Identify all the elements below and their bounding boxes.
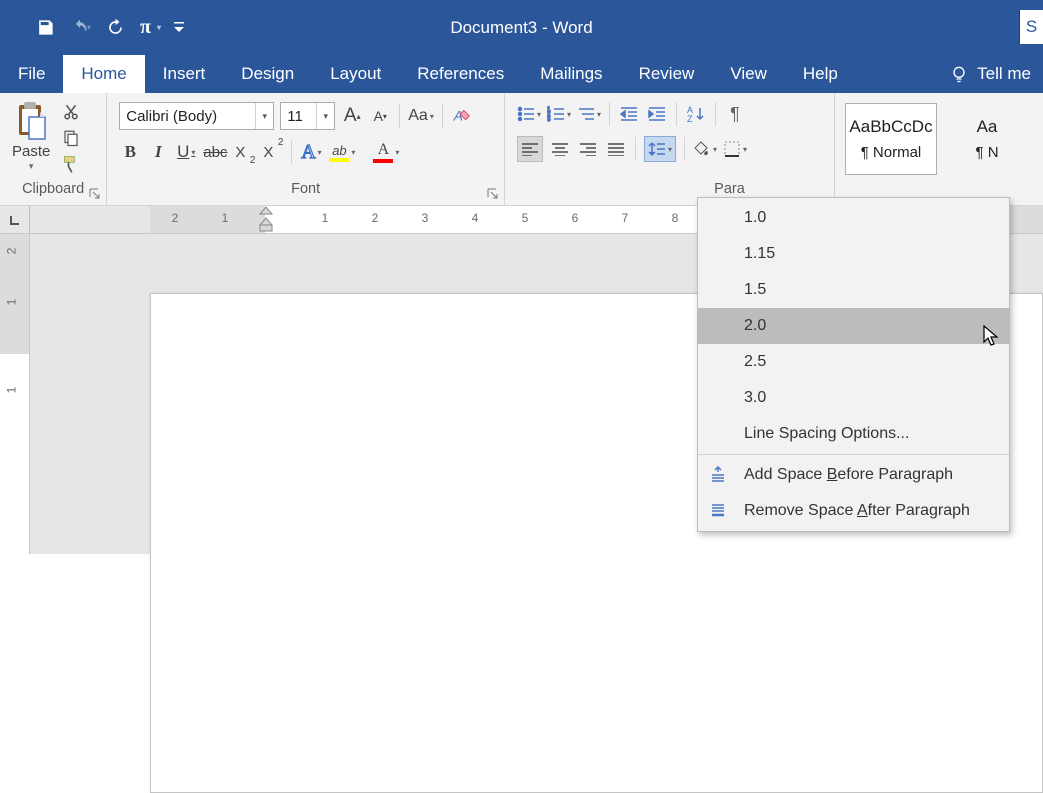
add-space-before-icon <box>698 466 738 484</box>
font-size-value: 11 <box>281 108 316 125</box>
group-font: Calibri (Body) ▾ 11 ▾ A▴ A▾ Aa▾ A <box>107 93 505 205</box>
vertical-ruler[interactable]: 211 <box>0 234 30 554</box>
remove-space-after-icon <box>698 502 738 520</box>
bold-button[interactable]: B <box>119 140 141 164</box>
qat-customize-icon[interactable] <box>168 10 190 46</box>
style-next[interactable]: Aa ¶ N <box>941 103 1033 175</box>
chevron-down-icon: ▾ <box>255 103 273 129</box>
menu-item-line-spacing-options[interactable]: Line Spacing Options... <box>698 416 1009 452</box>
menu-separator <box>698 454 1009 455</box>
style-label: ¶ N <box>975 144 998 161</box>
style-label: ¶ Normal <box>861 144 922 161</box>
tab-references[interactable]: References <box>399 55 522 93</box>
strikethrough-button[interactable]: abc <box>203 140 227 164</box>
cut-icon[interactable] <box>60 101 82 123</box>
cursor-icon <box>983 325 1001 349</box>
equation-icon[interactable]: π▾ <box>133 10 168 46</box>
tab-layout[interactable]: Layout <box>312 55 399 93</box>
underline-button[interactable]: U▾ <box>175 140 197 164</box>
svg-text:A: A <box>453 109 463 124</box>
paste-label: Paste <box>12 143 50 160</box>
align-left-icon[interactable] <box>517 136 543 162</box>
tab-design[interactable]: Design <box>223 55 312 93</box>
show-paragraph-marks-icon[interactable]: ¶ <box>724 102 746 126</box>
superscript-button[interactable]: X <box>261 140 283 164</box>
font-color-button[interactable]: A▾ <box>372 140 394 164</box>
dialog-launcher-icon[interactable] <box>486 187 500 201</box>
justify-icon[interactable] <box>605 137 627 161</box>
title-bar: ▾ π▾ Document3 - Word S <box>0 0 1043 55</box>
tab-home[interactable]: Home <box>63 55 144 93</box>
dialog-launcher-icon[interactable] <box>88 187 102 201</box>
svg-text:3: 3 <box>547 117 551 122</box>
menu-item-2-0[interactable]: 2.0 <box>698 308 1009 344</box>
quick-access-toolbar: ▾ π▾ <box>0 10 190 46</box>
line-spacing-button[interactable]: ▾ <box>644 136 676 162</box>
style-normal[interactable]: AaBbCcDc ¶ Normal <box>845 103 937 175</box>
menu-item-1-0[interactable]: 1.0 <box>698 200 1009 236</box>
font-name-combo[interactable]: Calibri (Body) ▾ <box>119 102 274 130</box>
save-icon[interactable] <box>28 10 63 46</box>
menu-item-1-5[interactable]: 1.5 <box>698 272 1009 308</box>
chevron-down-icon: ▾ <box>29 161 34 172</box>
italic-button[interactable]: I <box>147 140 169 164</box>
tab-selector[interactable] <box>0 206 30 233</box>
numbering-button[interactable]: 123▾ <box>547 102 571 126</box>
line-spacing-menu: 1.0 1.15 1.5 2.0 2.5 3.0 Line Spacing Op… <box>697 197 1010 532</box>
tab-view[interactable]: View <box>712 55 785 93</box>
highlight-button[interactable]: ab▾ <box>328 140 350 164</box>
tab-mailings[interactable]: Mailings <box>522 55 620 93</box>
ribbon-tabs: File Home Insert Design Layout Reference… <box>0 55 1043 93</box>
text-effects-button[interactable]: A▾ <box>300 140 322 164</box>
borders-button[interactable]: ▾ <box>723 137 747 161</box>
group-label-font: Font <box>115 179 496 201</box>
chevron-down-icon: ▾ <box>316 103 334 129</box>
menu-item-3-0[interactable]: 3.0 <box>698 380 1009 416</box>
grow-font-icon[interactable]: A▴ <box>341 104 363 128</box>
shrink-font-icon[interactable]: A▾ <box>369 104 391 128</box>
window-title: Document3 - Word <box>450 18 592 38</box>
search-button[interactable]: S <box>1019 10 1043 44</box>
lightbulb-icon <box>949 64 969 84</box>
svg-text:Z: Z <box>687 114 693 123</box>
menu-item-add-space-before[interactable]: Add Space Before Paragraph <box>698 457 1009 493</box>
copy-icon[interactable] <box>60 127 82 149</box>
change-case-button[interactable]: Aa▾ <box>408 104 434 128</box>
menu-item-1-15[interactable]: 1.15 <box>698 236 1009 272</box>
group-clipboard: Paste ▾ Clipboard <box>0 93 107 205</box>
multilevel-list-button[interactable]: ▾ <box>577 102 601 126</box>
tab-review[interactable]: Review <box>621 55 713 93</box>
font-name-value: Calibri (Body) <box>120 108 255 125</box>
decrease-indent-icon[interactable] <box>618 102 640 126</box>
style-preview: Aa <box>977 117 998 137</box>
group-paragraph: ▾ 123▾ ▾ AZ ¶ ▾ <box>505 93 835 205</box>
undo-icon[interactable]: ▾ <box>63 10 98 46</box>
align-center-icon[interactable] <box>549 137 571 161</box>
ribbon: Paste ▾ Clipboard Calibri (Body) ▾ <box>0 93 1043 206</box>
tab-file[interactable]: File <box>0 55 63 93</box>
tell-me-label: Tell me <box>977 64 1031 84</box>
increase-indent-icon[interactable] <box>646 102 668 126</box>
indent-marker-icon[interactable] <box>258 207 274 233</box>
group-label-clipboard: Clipboard <box>8 179 98 201</box>
tell-me[interactable]: Tell me <box>931 55 1043 93</box>
menu-item-remove-space-after[interactable]: Remove Space After Paragraph <box>698 493 1009 529</box>
bullets-button[interactable]: ▾ <box>517 102 541 126</box>
shading-button[interactable]: ▾ <box>693 137 717 161</box>
tab-insert[interactable]: Insert <box>145 55 224 93</box>
clear-formatting-icon[interactable]: A <box>451 104 473 128</box>
group-styles: AaBbCcDc ¶ Normal Aa ¶ N <box>835 93 1043 205</box>
subscript-button[interactable]: X <box>233 140 255 164</box>
style-preview: AaBbCcDc <box>849 117 932 137</box>
font-size-combo[interactable]: 11 ▾ <box>280 102 335 130</box>
redo-icon[interactable] <box>98 10 133 46</box>
paste-button[interactable]: Paste ▾ <box>8 99 54 172</box>
align-right-icon[interactable] <box>577 137 599 161</box>
tab-help[interactable]: Help <box>785 55 856 93</box>
clipboard-paste-icon <box>14 101 48 141</box>
menu-item-2-5[interactable]: 2.5 <box>698 344 1009 380</box>
format-painter-icon[interactable] <box>60 153 82 175</box>
sort-icon[interactable]: AZ <box>685 102 707 126</box>
